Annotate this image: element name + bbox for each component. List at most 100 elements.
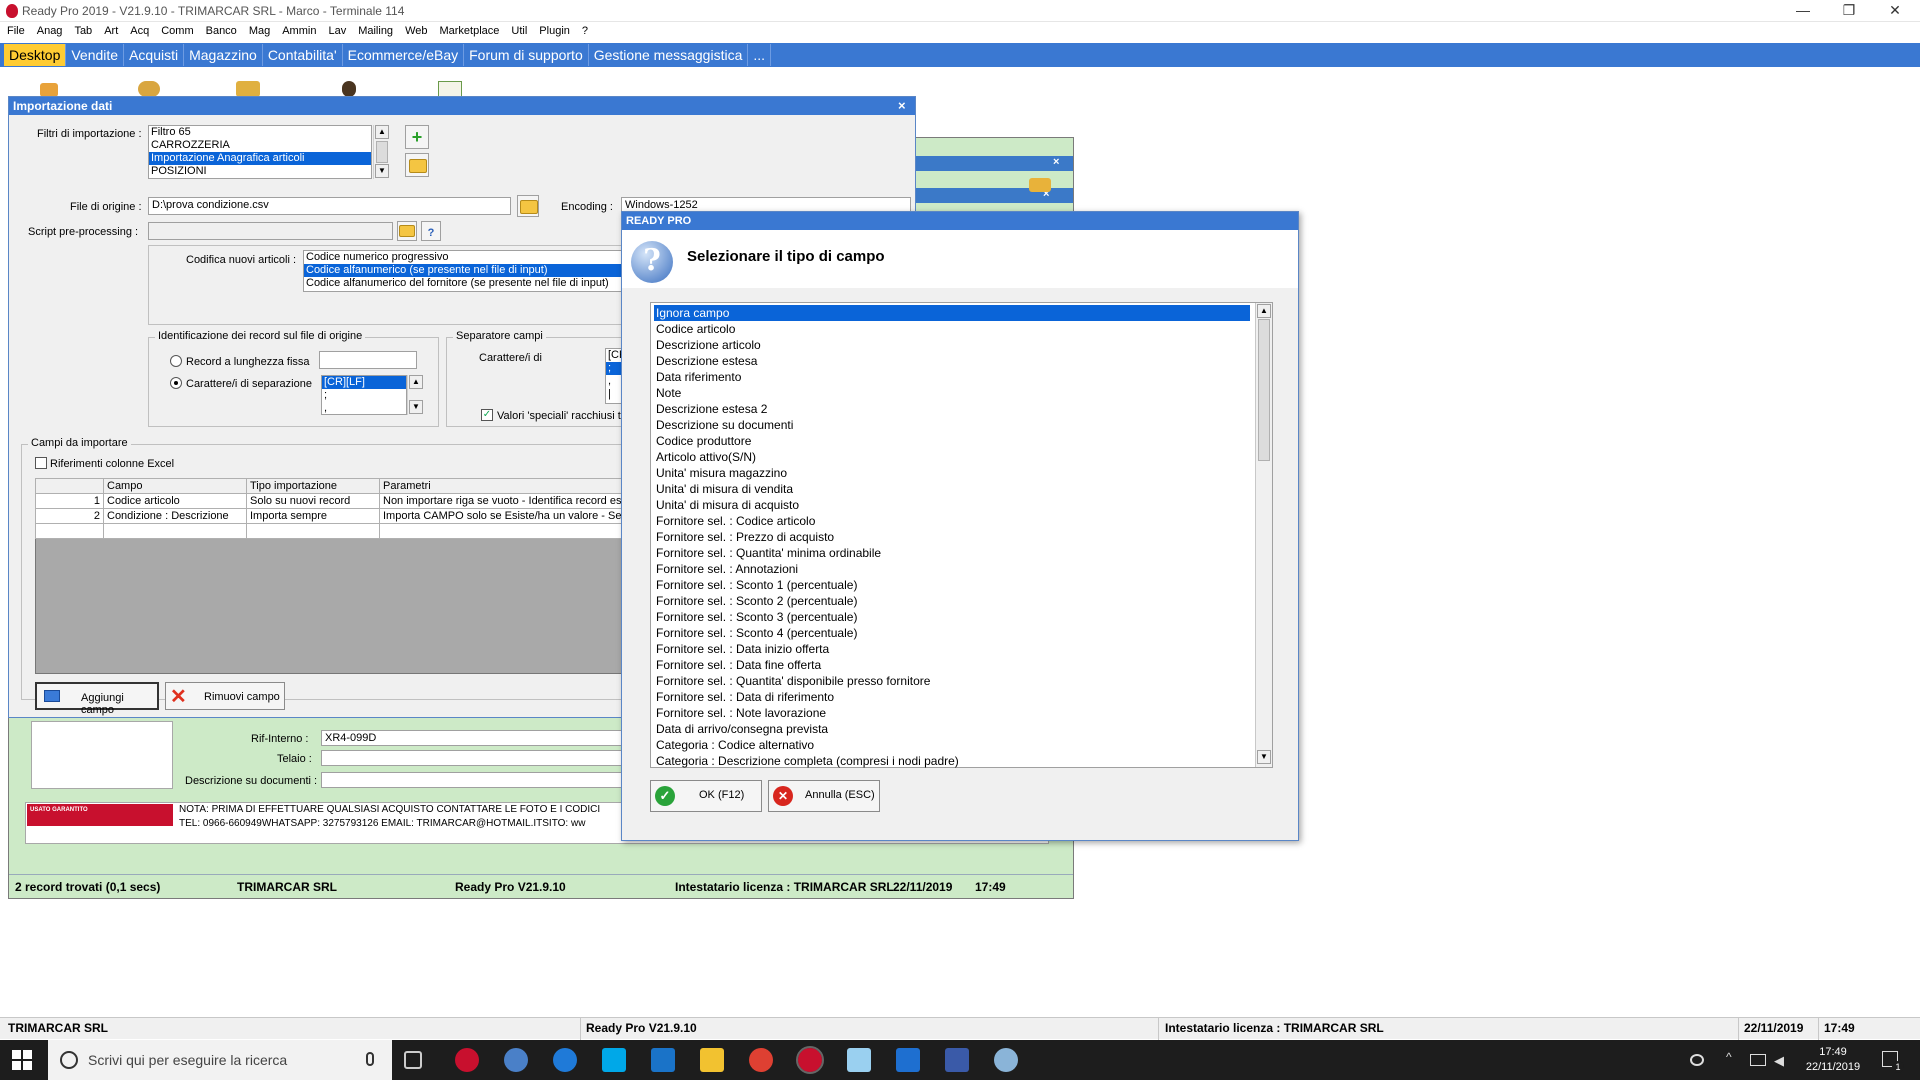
field-type-item[interactable]: Codice produttore <box>654 433 1250 449</box>
filters-scrollbar[interactable]: ▲ ▼ <box>373 125 389 179</box>
grid-header-tipo[interactable]: Tipo importazione <box>246 478 380 494</box>
separator-option[interactable]: , <box>322 402 406 414</box>
explorer-taskbar-icon[interactable] <box>700 1048 724 1072</box>
field-type-item[interactable]: Unita' misura magazzino <box>654 465 1250 481</box>
chrome-taskbar-icon[interactable] <box>749 1048 773 1072</box>
field-type-item[interactable]: Descrizione estesa <box>654 353 1250 369</box>
filters-list[interactable]: Filtro 65 CARROZZERIA Importazione Anagr… <box>148 125 372 179</box>
field-type-item[interactable]: Fornitore sel. : Sconto 1 (percentuale) <box>654 577 1250 593</box>
app-taskbar-icon[interactable] <box>847 1048 871 1072</box>
table-row[interactable]: 1 Codice articolo Solo su nuovi record N… <box>35 493 635 509</box>
browse-script-button[interactable] <box>397 221 417 241</box>
row-campo[interactable]: Condizione : Descrizione <box>103 508 247 524</box>
menu-mailing[interactable]: Mailing <box>351 23 398 37</box>
row-tipo[interactable]: Importa sempre <box>246 508 380 524</box>
outlook-taskbar-icon[interactable] <box>651 1048 675 1072</box>
open-filter-button[interactable] <box>405 153 429 177</box>
customers-shortcut-icon[interactable] <box>138 81 160 97</box>
menu-acq[interactable]: Acq <box>123 23 154 37</box>
delivery-shortcut-icon[interactable] <box>236 81 260 97</box>
windows-start-icon[interactable] <box>12 1050 32 1070</box>
field-type-item[interactable]: Fornitore sel. : Prezzo di acquisto <box>654 529 1250 545</box>
edge-taskbar-icon[interactable] <box>553 1048 577 1072</box>
field-type-item[interactable]: Data di arrivo/consegna prevista <box>654 721 1250 737</box>
script-help-button[interactable]: ? <box>421 221 441 241</box>
field-type-item[interactable]: Unita' di misura di vendita <box>654 481 1250 497</box>
scroll-thumb[interactable] <box>376 141 388 163</box>
import-dialog-close-icon[interactable]: × <box>898 98 906 113</box>
grid-header-parametri[interactable]: Parametri <box>379 478 635 494</box>
record-separator-list[interactable]: [CR][LF] ; , <box>321 375 407 415</box>
field-type-item[interactable]: Fornitore sel. : Sconto 4 (percentuale) <box>654 625 1250 641</box>
descrizione-documenti-field[interactable] <box>321 772 631 788</box>
field-type-item[interactable]: Fornitore sel. : Quantita' minima ordina… <box>654 545 1250 561</box>
browse-file-button[interactable] <box>517 195 539 217</box>
scroll-up-icon[interactable]: ▲ <box>375 125 389 139</box>
separator-option-selected[interactable]: [CR][LF] <box>322 376 406 389</box>
coding-option-selected[interactable]: Codice alfanumerico (se presente nel fil… <box>304 264 624 277</box>
minimize-button[interactable]: — <box>1780 0 1826 22</box>
excel-refs-checkbox[interactable] <box>35 457 47 469</box>
field-type-item-selected[interactable]: Ignora campo <box>654 305 1250 321</box>
scroll-down-icon[interactable]: ▼ <box>409 400 423 414</box>
menu-anag[interactable]: Anag <box>30 23 68 37</box>
coding-option[interactable]: Codice numerico progressivo <box>304 251 624 264</box>
task-view-icon[interactable] <box>404 1051 422 1069</box>
filter-item[interactable]: Filtro 65 <box>149 126 371 139</box>
close-window-button[interactable]: ✕ <box>1872 0 1918 22</box>
field-type-item[interactable]: Fornitore sel. : Codice articolo <box>654 513 1250 529</box>
source-file-field[interactable]: D:\prova condizione.csv <box>148 197 511 215</box>
scroll-thumb[interactable] <box>1258 319 1270 461</box>
record-separator-scrollbar[interactable]: ▲ ▼ <box>407 375 423 415</box>
desktop-shortcut-icon[interactable] <box>40 83 58 97</box>
field-type-item[interactable]: Data riferimento <box>654 369 1250 385</box>
user-shortcut-icon[interactable] <box>342 81 356 97</box>
menu-file[interactable]: File <box>0 23 30 37</box>
table-row[interactable]: 2 Condizione : Descrizione Importa sempr… <box>35 508 635 524</box>
remove-field-button[interactable]: ✕ Rimuovi campo <box>165 682 285 710</box>
field-type-item[interactable]: Fornitore sel. : Note lavorazione <box>654 705 1250 721</box>
field-type-item[interactable]: Fornitore sel. : Sconto 2 (percentuale) <box>654 593 1250 609</box>
fixed-length-field[interactable] <box>319 351 417 369</box>
scroll-down-icon[interactable]: ▼ <box>1257 750 1271 764</box>
tab-forum[interactable]: Forum di supporto <box>464 44 589 66</box>
field-type-item[interactable]: Fornitore sel. : Annotazioni <box>654 561 1250 577</box>
remote-taskbar-icon[interactable] <box>945 1048 969 1072</box>
coding-list[interactable]: Codice numerico progressivo Codice alfan… <box>303 250 625 292</box>
readypro-taskbar-icon[interactable] <box>455 1048 479 1072</box>
taskbar-clock[interactable]: 17:49 22/11/2019 <box>1798 1045 1868 1075</box>
menu-art[interactable]: Art <box>97 23 123 37</box>
row-parametri[interactable]: Importa CAMPO solo se Esiste/ha un valor… <box>379 508 635 524</box>
field-type-item[interactable]: Note <box>654 385 1250 401</box>
filter-item[interactable]: CARROZZERIA <box>149 139 371 152</box>
taskbar-search[interactable]: Scrivi qui per eseguire la ricerca <box>48 1040 392 1080</box>
tab-acquisti[interactable]: Acquisti <box>124 44 185 66</box>
tab-vendite[interactable]: Vendite <box>66 44 125 66</box>
tool-taskbar-icon[interactable] <box>994 1048 1018 1072</box>
field-type-item[interactable]: Fornitore sel. : Data inizio offerta <box>654 641 1250 657</box>
row-tipo[interactable]: Solo su nuovi record <box>246 493 380 509</box>
menu-ammin[interactable]: Ammin <box>275 23 321 37</box>
table-row-empty[interactable] <box>35 523 635 539</box>
row-parametri[interactable]: Non importare riga se vuoto - Identifica… <box>379 493 635 509</box>
menu-mag[interactable]: Mag <box>242 23 275 37</box>
add-filter-button[interactable]: + <box>405 125 429 149</box>
tab-magazzino[interactable]: Magazzino <box>184 44 263 66</box>
menu-plugin[interactable]: Plugin <box>532 23 575 37</box>
tab-more[interactable]: ... <box>748 44 772 66</box>
menu-tab[interactable]: Tab <box>67 23 97 37</box>
field-type-item[interactable]: Descrizione su documenti <box>654 417 1250 433</box>
row-campo[interactable]: Codice articolo <box>103 493 247 509</box>
ie-taskbar-icon[interactable] <box>504 1048 528 1072</box>
tab-contabilita[interactable]: Contabilita' <box>263 44 343 66</box>
field-type-item[interactable]: Fornitore sel. : Data di riferimento <box>654 689 1250 705</box>
coding-option[interactable]: Codice alfanumerico del fornitore (se pr… <box>304 277 624 290</box>
field-type-item[interactable]: Codice articolo <box>654 321 1250 337</box>
tab-desktop[interactable]: Desktop <box>4 44 67 66</box>
rif-interno-field[interactable]: XR4-099D <box>321 730 631 746</box>
inner-close-icon[interactable]: × <box>1053 156 1059 168</box>
field-type-item[interactable]: Descrizione estesa 2 <box>654 401 1250 417</box>
menu-banco[interactable]: Banco <box>199 23 242 37</box>
people-icon[interactable] <box>1690 1054 1704 1066</box>
chevron-up-icon[interactable]: ^ <box>1726 1050 1732 1064</box>
